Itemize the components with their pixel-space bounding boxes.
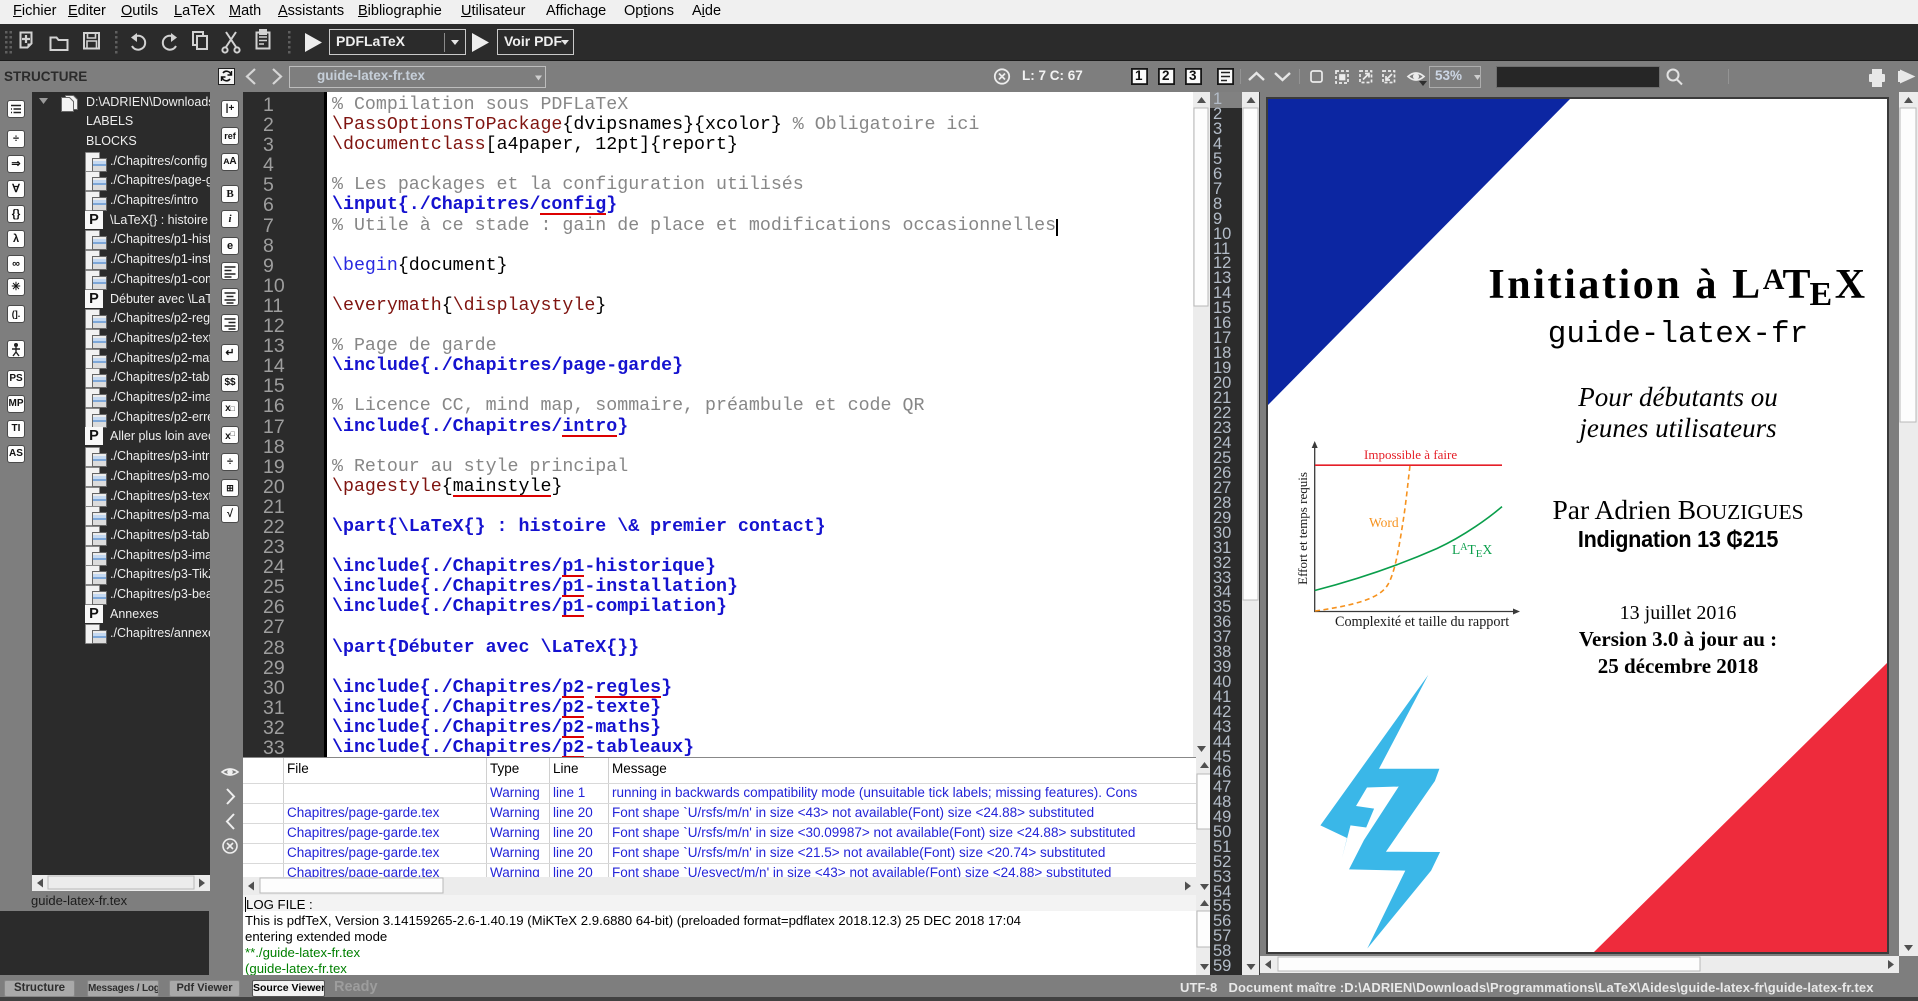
svg-text:LATEX: LATEX bbox=[1452, 542, 1492, 560]
svg-text:Effort et temps requis: Effort et temps requis bbox=[1295, 472, 1310, 585]
svg-text:Word: Word bbox=[1369, 515, 1399, 530]
svg-text:Impossible à faire: Impossible à faire bbox=[1364, 447, 1457, 462]
svg-text:Complexité et taille du rappor: Complexité et taille du rapport bbox=[1335, 614, 1509, 630]
